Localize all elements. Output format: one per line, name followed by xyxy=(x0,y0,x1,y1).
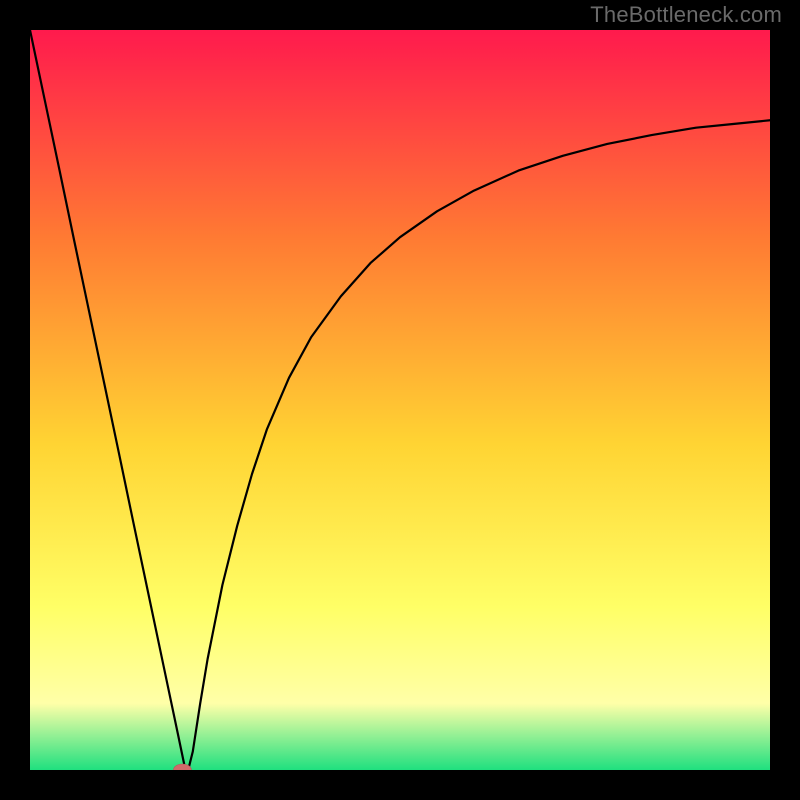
chart-frame: TheBottleneck.com xyxy=(0,0,800,800)
watermark-text: TheBottleneck.com xyxy=(590,2,782,28)
gradient-background xyxy=(30,30,770,770)
chart-svg xyxy=(30,30,770,770)
plot-area xyxy=(30,30,770,770)
